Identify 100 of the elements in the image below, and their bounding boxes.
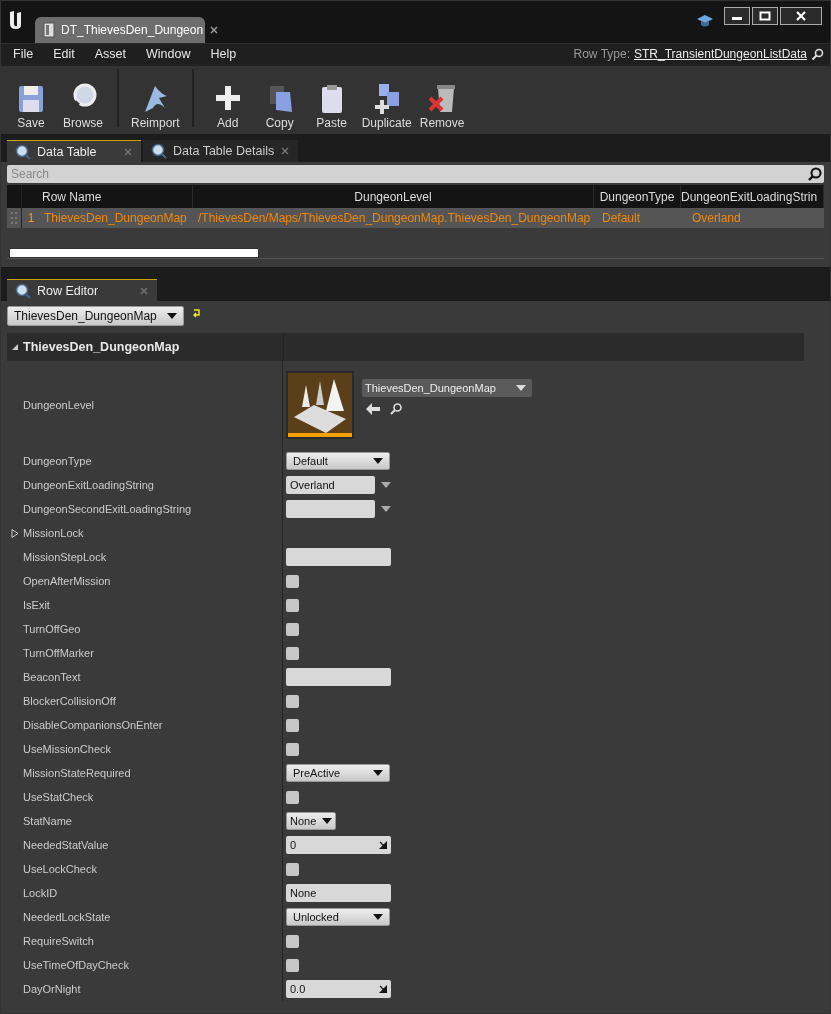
checkbox[interactable]	[286, 598, 299, 612]
use-selected-button[interactable]	[366, 403, 380, 415]
info-magnifier-icon	[15, 143, 31, 160]
property-label: UseStatCheck	[23, 791, 94, 803]
info-magnifier-icon	[151, 143, 167, 159]
text-field[interactable]	[286, 548, 391, 566]
toolbar-button[interactable]: Paste	[307, 82, 356, 130]
search-icon	[811, 47, 824, 61]
checkbox[interactable]	[286, 622, 299, 636]
property-label: BlockerCollisionOff	[23, 695, 116, 707]
property-label: MissionStepLock	[23, 551, 107, 563]
checkbox[interactable]	[286, 934, 299, 948]
checkbox[interactable]	[286, 694, 299, 708]
property-label: UseLockCheck	[23, 863, 97, 875]
property-label: TurnOffMarker	[23, 647, 94, 659]
dropdown-arrow-icon	[373, 770, 383, 776]
document-icon	[43, 22, 55, 38]
property-label: DayOrNight	[23, 983, 81, 995]
menu-item[interactable]: Asset	[88, 47, 132, 61]
dropdown-arrow-icon	[381, 506, 391, 512]
menu-item[interactable]: File	[7, 47, 40, 61]
row-type-label: Row Type:	[573, 47, 630, 61]
dropdown-arrow-icon	[381, 482, 391, 488]
asset-dropdown[interactable]: ThievesDen_DungeonMap	[362, 379, 532, 397]
dropdown-arrow-icon	[516, 385, 526, 391]
checkbox[interactable]	[286, 862, 299, 876]
level-thumbnail-icon	[286, 371, 354, 439]
table-cell-text: Overland	[691, 211, 742, 225]
search-field[interactable]: Search	[7, 165, 824, 183]
panel-tab[interactable]: Data Table Details	[143, 140, 299, 162]
dropdown[interactable]: Default	[286, 452, 390, 470]
toolbar-button[interactable]: Remove	[417, 82, 467, 130]
close-icon	[795, 11, 807, 21]
menu-item[interactable]: Window	[139, 47, 197, 61]
close-button[interactable]	[780, 7, 822, 25]
left-arrow-icon	[366, 403, 380, 415]
reset-arrow-icon	[191, 308, 202, 318]
property-label: DungeonSecondExitLoadingString	[23, 503, 192, 515]
toolbar-button[interactable]: Duplicate	[359, 82, 414, 130]
number-field[interactable]: 0.0	[286, 980, 391, 998]
property-label: BeaconText	[23, 671, 81, 683]
property-label: DungeonLevel	[23, 399, 94, 411]
property-label: StatName	[23, 815, 72, 827]
checkbox[interactable]	[286, 790, 299, 804]
graduation-cap-icon	[696, 13, 714, 29]
property-label: LockID	[23, 887, 58, 899]
checkbox[interactable]	[286, 742, 299, 756]
row-type-link[interactable]: STR_TransientDungeonListData	[634, 47, 807, 61]
browse-button[interactable]	[390, 403, 402, 415]
search-icon	[808, 167, 822, 181]
checkbox[interactable]	[286, 718, 299, 732]
text-field[interactable]: Overland	[286, 476, 375, 494]
number-field[interactable]: 0	[286, 836, 391, 854]
panel-tab[interactable]: Data Table	[7, 140, 141, 162]
info-magnifier-icon	[15, 282, 31, 299]
property-label: IsExit	[23, 599, 50, 611]
table-row[interactable]: 1 ThievesDen_DungeonMap /ThievesDen/Maps/ThievesDen_DungeonMap.ThievesDen_DungeonMap Default Overland	[7, 208, 824, 228]
checkbox[interactable]	[286, 646, 299, 660]
property-label: NeededLockState	[23, 911, 111, 923]
search-icon	[390, 403, 402, 415]
toolbar-button[interactable]: Save	[7, 82, 55, 130]
collapse-triangle-icon	[11, 343, 19, 351]
menu-item[interactable]: Help	[204, 47, 243, 61]
checkbox[interactable]	[286, 574, 299, 588]
close-icon	[209, 25, 220, 35]
property-label: NeededStatValue	[23, 839, 109, 851]
text-field[interactable]	[286, 500, 375, 518]
property-label: OpenAfterMission	[23, 575, 111, 587]
toolbar-button[interactable]: Copy	[255, 82, 304, 130]
property-label: MissionStateRequired	[23, 767, 131, 779]
close-icon	[280, 146, 291, 156]
panel-tab[interactable]: Row Editor	[7, 279, 157, 301]
scrollbar-thumb[interactable]	[9, 248, 259, 258]
text-field[interactable]	[286, 668, 391, 686]
toolbar-button[interactable]: Reimport	[129, 82, 182, 130]
dropdown[interactable]: PreActive	[286, 764, 390, 782]
minimize-button[interactable]	[724, 7, 750, 25]
property-label: TurnOffGeo	[23, 623, 81, 635]
row-dropdown[interactable]: ThievesDen_DungeonMap	[7, 306, 184, 326]
maximize-icon	[759, 11, 771, 21]
maximize-button[interactable]	[752, 7, 778, 25]
text-field[interactable]: None	[286, 884, 391, 902]
dropdown-arrow-icon	[166, 313, 177, 319]
table-cell-text: /ThievesDen/Maps/ThievesDen_DungeonMap.ThievesDen_DungeonMap	[197, 211, 592, 225]
dropdown-arrow-icon	[322, 818, 332, 824]
property-label: RequireSwitch	[23, 935, 94, 947]
toolbar-button[interactable]: Browse	[59, 82, 107, 130]
dropdown-arrow-icon	[373, 914, 383, 920]
resize-corner-icon	[379, 985, 387, 993]
table-cell-text: ThievesDen_DungeonMap	[43, 211, 188, 225]
toolbar-button[interactable]: Add	[203, 82, 252, 130]
close-icon	[139, 285, 149, 296]
property-label: DisableCompanionsOnEnter	[23, 719, 163, 731]
dropdown[interactable]: Unlocked	[286, 908, 390, 926]
table-cell-text: Default	[601, 211, 642, 225]
property-label: UseMissionCheck	[23, 743, 112, 755]
menu-item[interactable]: Edit	[47, 47, 81, 61]
dropdown[interactable]: None	[286, 812, 336, 830]
row-index: 1	[26, 211, 36, 225]
checkbox[interactable]	[286, 958, 299, 972]
